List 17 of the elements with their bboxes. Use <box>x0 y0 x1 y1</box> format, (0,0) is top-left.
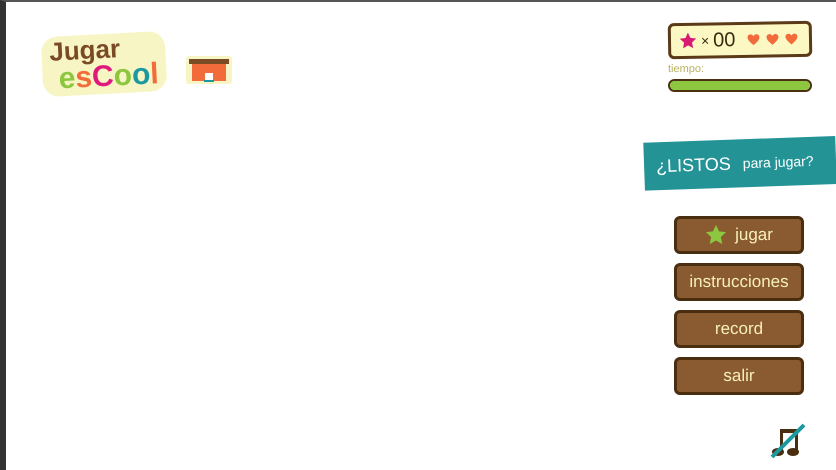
multiply-sign: × <box>700 32 710 51</box>
menu-button[interactable]: jugar <box>674 216 804 254</box>
banner-title: ¿LISTOS <box>656 152 732 178</box>
star-icon <box>705 224 728 246</box>
star-icon <box>678 32 698 50</box>
menu-button[interactable]: instrucciones <box>674 263 804 301</box>
heart-icon <box>747 34 761 46</box>
music-muted-icon[interactable] <box>768 423 808 459</box>
heart-icon <box>766 33 780 46</box>
timer-label: tiempo: <box>668 64 706 75</box>
star-count: 00 <box>713 30 736 50</box>
menu-button[interactable]: salir <box>674 357 804 395</box>
banner-subtitle: para jugar? <box>742 152 814 174</box>
school-icon <box>186 54 232 84</box>
logo-title: Jugar <box>48 33 122 65</box>
menu-button[interactable]: record <box>674 310 804 348</box>
heart-icon <box>785 32 799 46</box>
